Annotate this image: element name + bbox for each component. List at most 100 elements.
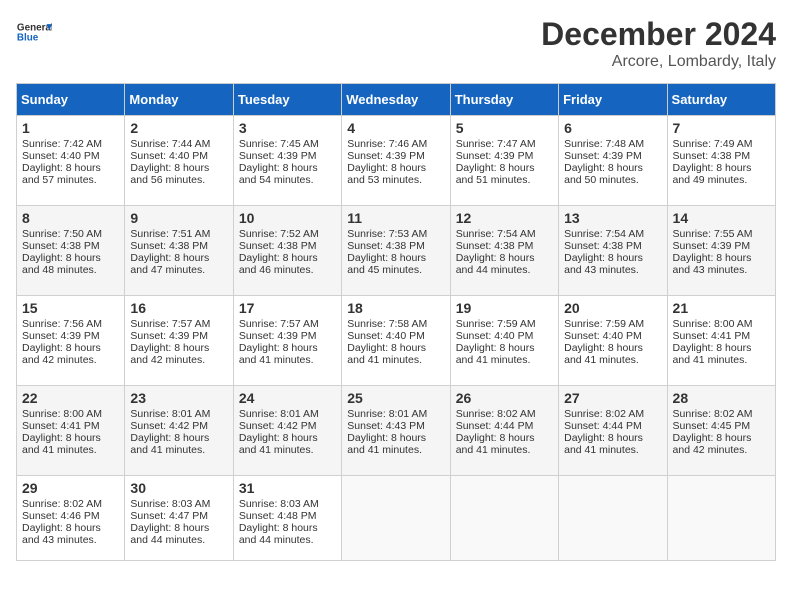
sunrise-text: Sunrise: 8:03 AM — [239, 498, 319, 510]
column-header-wednesday: Wednesday — [342, 84, 450, 116]
sunset-text: Sunset: 4:46 PM — [22, 510, 100, 522]
day-number: 24 — [239, 390, 336, 406]
day-number: 2 — [130, 120, 227, 136]
day-number: 23 — [130, 390, 227, 406]
sunset-text: Sunset: 4:42 PM — [239, 420, 317, 432]
calendar-cell: 12 Sunrise: 7:54 AM Sunset: 4:38 PM Dayl… — [450, 206, 558, 296]
sunset-text: Sunset: 4:44 PM — [456, 420, 534, 432]
day-number: 6 — [564, 120, 661, 136]
daylight-text: Daylight: 8 hours and 41 minutes. — [239, 432, 318, 456]
daylight-text: Daylight: 8 hours and 50 minutes. — [564, 162, 643, 186]
sunset-text: Sunset: 4:39 PM — [130, 330, 208, 342]
day-number: 12 — [456, 210, 553, 226]
calendar-cell — [342, 476, 450, 561]
calendar-cell: 18 Sunrise: 7:58 AM Sunset: 4:40 PM Dayl… — [342, 296, 450, 386]
daylight-text: Daylight: 8 hours and 49 minutes. — [673, 162, 752, 186]
sunrise-text: Sunrise: 7:46 AM — [347, 138, 427, 150]
daylight-text: Daylight: 8 hours and 43 minutes. — [22, 522, 101, 546]
sunset-text: Sunset: 4:47 PM — [130, 510, 208, 522]
day-number: 13 — [564, 210, 661, 226]
daylight-text: Daylight: 8 hours and 57 minutes. — [22, 162, 101, 186]
sunrise-text: Sunrise: 7:55 AM — [673, 228, 753, 240]
sunrise-text: Sunrise: 7:54 AM — [564, 228, 644, 240]
sunset-text: Sunset: 4:39 PM — [239, 150, 317, 162]
calendar-cell: 31 Sunrise: 8:03 AM Sunset: 4:48 PM Dayl… — [233, 476, 341, 561]
sunrise-text: Sunrise: 8:03 AM — [130, 498, 210, 510]
day-number: 11 — [347, 210, 444, 226]
title-area: December 2024 Arcore, Lombardy, Italy — [541, 16, 776, 71]
sunset-text: Sunset: 4:40 PM — [564, 330, 642, 342]
sunrise-text: Sunrise: 8:01 AM — [347, 408, 427, 420]
daylight-text: Daylight: 8 hours and 53 minutes. — [347, 162, 426, 186]
day-number: 7 — [673, 120, 770, 136]
calendar-table: SundayMondayTuesdayWednesdayThursdayFrid… — [16, 83, 776, 561]
sunset-text: Sunset: 4:45 PM — [673, 420, 751, 432]
day-number: 10 — [239, 210, 336, 226]
day-number: 29 — [22, 480, 119, 496]
day-number: 20 — [564, 300, 661, 316]
sunrise-text: Sunrise: 7:45 AM — [239, 138, 319, 150]
daylight-text: Daylight: 8 hours and 51 minutes. — [456, 162, 535, 186]
daylight-text: Daylight: 8 hours and 43 minutes. — [673, 252, 752, 276]
header-row: SundayMondayTuesdayWednesdayThursdayFrid… — [17, 84, 776, 116]
daylight-text: Daylight: 8 hours and 54 minutes. — [239, 162, 318, 186]
sunset-text: Sunset: 4:43 PM — [347, 420, 425, 432]
sunset-text: Sunset: 4:41 PM — [673, 330, 751, 342]
location-title: Arcore, Lombardy, Italy — [541, 53, 776, 71]
day-number: 3 — [239, 120, 336, 136]
month-title: December 2024 — [541, 16, 776, 53]
calendar-cell: 9 Sunrise: 7:51 AM Sunset: 4:38 PM Dayli… — [125, 206, 233, 296]
sunset-text: Sunset: 4:41 PM — [22, 420, 100, 432]
daylight-text: Daylight: 8 hours and 41 minutes. — [130, 432, 209, 456]
column-header-sunday: Sunday — [17, 84, 125, 116]
daylight-text: Daylight: 8 hours and 44 minutes. — [239, 522, 318, 546]
sunset-text: Sunset: 4:38 PM — [239, 240, 317, 252]
daylight-text: Daylight: 8 hours and 46 minutes. — [239, 252, 318, 276]
daylight-text: Daylight: 8 hours and 41 minutes. — [22, 432, 101, 456]
day-number: 18 — [347, 300, 444, 316]
calendar-cell: 8 Sunrise: 7:50 AM Sunset: 4:38 PM Dayli… — [17, 206, 125, 296]
sunrise-text: Sunrise: 7:56 AM — [22, 318, 102, 330]
calendar-cell: 2 Sunrise: 7:44 AM Sunset: 4:40 PM Dayli… — [125, 116, 233, 206]
day-number: 15 — [22, 300, 119, 316]
day-number: 9 — [130, 210, 227, 226]
day-number: 31 — [239, 480, 336, 496]
sunset-text: Sunset: 4:40 PM — [22, 150, 100, 162]
daylight-text: Daylight: 8 hours and 45 minutes. — [347, 252, 426, 276]
day-number: 16 — [130, 300, 227, 316]
sunset-text: Sunset: 4:39 PM — [673, 240, 751, 252]
day-number: 30 — [130, 480, 227, 496]
sunset-text: Sunset: 4:38 PM — [347, 240, 425, 252]
sunset-text: Sunset: 4:40 PM — [456, 330, 534, 342]
calendar-cell: 26 Sunrise: 8:02 AM Sunset: 4:44 PM Dayl… — [450, 386, 558, 476]
day-number: 21 — [673, 300, 770, 316]
calendar-cell: 3 Sunrise: 7:45 AM Sunset: 4:39 PM Dayli… — [233, 116, 341, 206]
daylight-text: Daylight: 8 hours and 41 minutes. — [239, 342, 318, 366]
logo: General Blue — [16, 16, 52, 52]
calendar-cell: 20 Sunrise: 7:59 AM Sunset: 4:40 PM Dayl… — [559, 296, 667, 386]
daylight-text: Daylight: 8 hours and 41 minutes. — [347, 432, 426, 456]
daylight-text: Daylight: 8 hours and 44 minutes. — [456, 252, 535, 276]
daylight-text: Daylight: 8 hours and 48 minutes. — [22, 252, 101, 276]
column-header-thursday: Thursday — [450, 84, 558, 116]
sunset-text: Sunset: 4:38 PM — [456, 240, 534, 252]
column-header-tuesday: Tuesday — [233, 84, 341, 116]
sunrise-text: Sunrise: 7:44 AM — [130, 138, 210, 150]
calendar-cell — [667, 476, 775, 561]
sunset-text: Sunset: 4:39 PM — [456, 150, 534, 162]
day-number: 1 — [22, 120, 119, 136]
svg-text:General: General — [17, 22, 52, 33]
column-header-saturday: Saturday — [667, 84, 775, 116]
sunrise-text: Sunrise: 8:02 AM — [673, 408, 753, 420]
sunset-text: Sunset: 4:48 PM — [239, 510, 317, 522]
sunrise-text: Sunrise: 7:47 AM — [456, 138, 536, 150]
sunrise-text: Sunrise: 7:54 AM — [456, 228, 536, 240]
sunrise-text: Sunrise: 7:53 AM — [347, 228, 427, 240]
day-number: 17 — [239, 300, 336, 316]
day-number: 27 — [564, 390, 661, 406]
sunrise-text: Sunrise: 7:48 AM — [564, 138, 644, 150]
daylight-text: Daylight: 8 hours and 41 minutes. — [564, 342, 643, 366]
sunset-text: Sunset: 4:38 PM — [130, 240, 208, 252]
sunset-text: Sunset: 4:39 PM — [347, 150, 425, 162]
sunrise-text: Sunrise: 7:51 AM — [130, 228, 210, 240]
